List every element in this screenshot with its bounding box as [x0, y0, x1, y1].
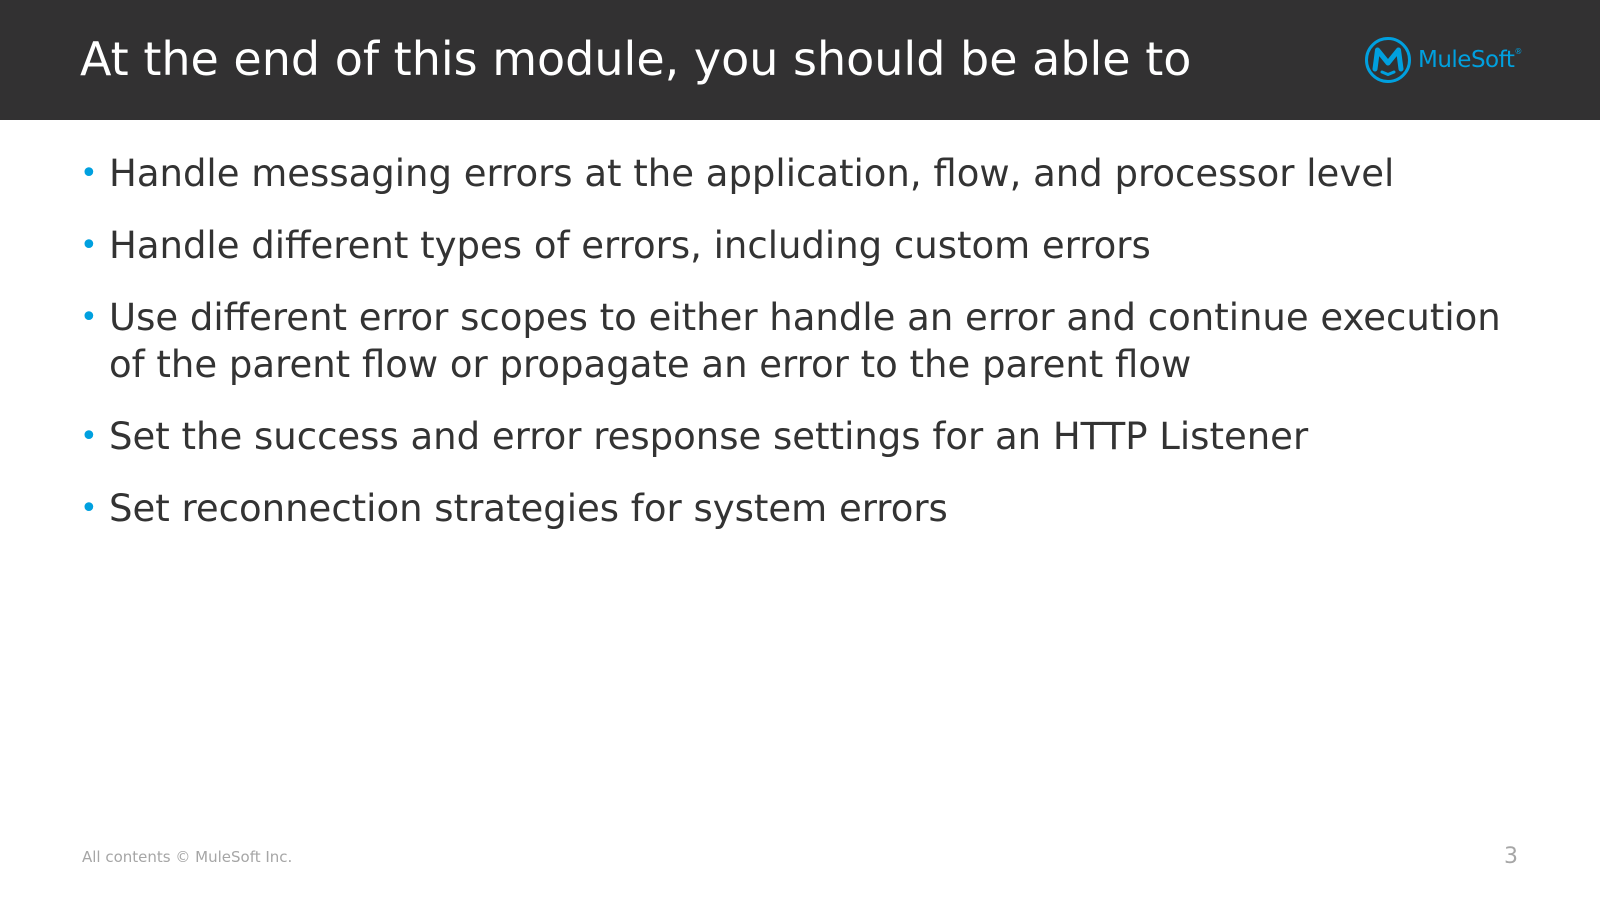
bullet-icon: •	[80, 228, 98, 263]
page-number: 3	[1504, 844, 1518, 869]
mulesoft-logo: MuleSoft®	[1364, 36, 1522, 84]
objective-item: • Handle messaging errors at the applicat…	[80, 150, 1540, 197]
objective-item: • Set reconnection strategies for system …	[80, 485, 1540, 532]
objective-text: Use different error scopes to either han…	[109, 296, 1501, 386]
objective-text: Set the success and error response setti…	[109, 415, 1309, 458]
objective-item: • Set the success and error response sett…	[80, 413, 1540, 460]
mulesoft-m-icon	[1365, 37, 1411, 83]
logo-text: MuleSoft	[1418, 47, 1515, 73]
objective-text: Handle messaging errors at the applicati…	[109, 152, 1395, 195]
objective-text: Handle different types of errors, includ…	[109, 224, 1151, 267]
slide-header: At the end of this module, you should be…	[0, 0, 1600, 120]
bullet-icon: •	[80, 156, 98, 191]
copyright-footer: All contents © MuleSoft Inc.	[82, 848, 293, 866]
logo-registered-mark: ®	[1514, 47, 1522, 56]
bullet-icon: •	[80, 491, 98, 526]
logo-wordmark: MuleSoft®	[1418, 47, 1522, 73]
objectives-list: • Handle messaging errors at the applicat…	[80, 150, 1540, 557]
objective-text: Set reconnection strategies for system e…	[109, 487, 948, 530]
bullet-icon: •	[80, 300, 98, 335]
objective-item: • Use different error scopes to either ha…	[80, 294, 1540, 388]
objective-item: • Handle different types of errors, inclu…	[80, 222, 1540, 269]
bullet-icon: •	[80, 419, 98, 454]
slide-title: At the end of this module, you should be…	[80, 32, 1192, 86]
